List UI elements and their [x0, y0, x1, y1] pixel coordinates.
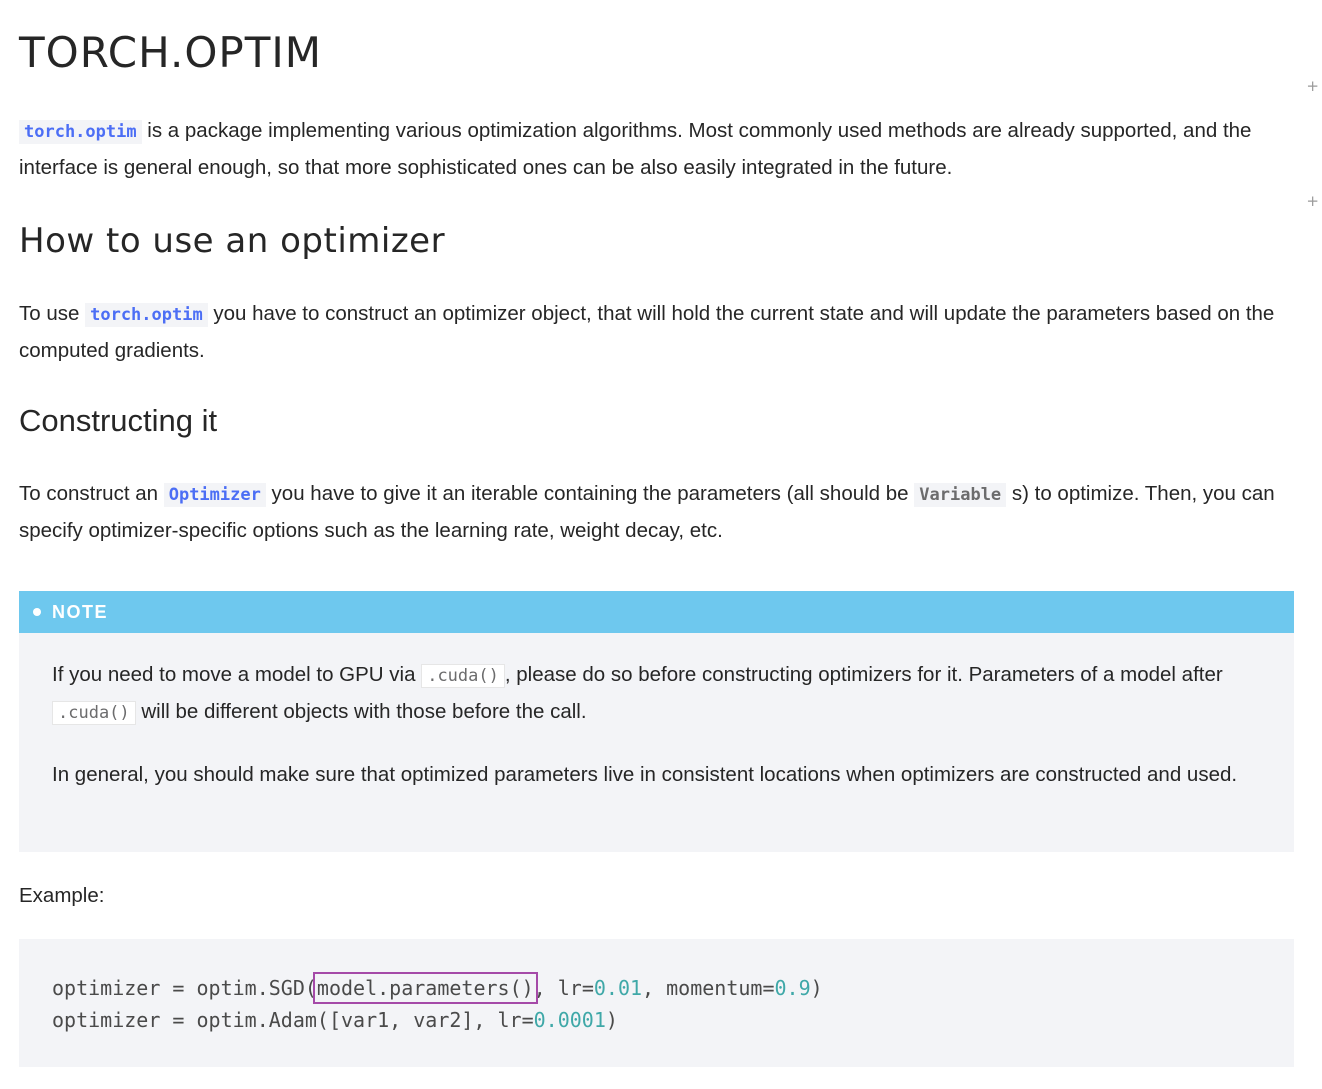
howto-paragraph: To use torch.optim you have to construct…	[19, 296, 1294, 369]
code-token: optimizer = optim.Adam([var1, var2], lr=	[52, 1008, 534, 1032]
torch-optim-link[interactable]: torch.optim	[85, 303, 208, 327]
note-header: NOTE	[19, 591, 1294, 633]
code-token: optimizer = optim.SGD(	[52, 976, 317, 1000]
constructing-paragraph: To construct an Optimizer you have to gi…	[19, 476, 1299, 549]
intro-text: is a package implementing various optimi…	[19, 119, 1252, 179]
note-admonition: NOTE If you need to move a model to GPU …	[19, 591, 1294, 852]
example-label: Example:	[19, 884, 105, 907]
note-paragraph: If you need to move a model to GPU via .…	[52, 657, 1261, 731]
howto-text: To use	[19, 302, 86, 325]
page-title: TORCH.OPTIM	[19, 28, 322, 77]
note-text: will be different objects with those bef…	[135, 700, 587, 723]
code-number: 0.9	[774, 976, 811, 1000]
section-heading-howto: How to use an optimizer	[19, 221, 446, 261]
note-text: If you need to move a model to GPU via	[52, 663, 422, 686]
code-block: optimizer = optim.SGD(model.parameters()…	[19, 939, 1294, 1067]
cuda-code: .cuda()	[421, 664, 505, 688]
intro-paragraph: torch.optim is a package implementing va…	[19, 113, 1294, 186]
bullet-icon	[33, 608, 41, 616]
variable-code: Variable	[914, 483, 1007, 507]
section-heading-constructing: Constructing it	[19, 403, 218, 438]
code-content: optimizer = optim.SGD(model.parameters()…	[19, 939, 1294, 1036]
expand-plus-icon[interactable]: +	[1306, 192, 1319, 210]
expand-plus-icon[interactable]: +	[1306, 77, 1319, 95]
note-paragraph: In general, you should make sure that op…	[52, 763, 1238, 786]
note-body: If you need to move a model to GPU via .…	[19, 633, 1294, 791]
note-text: , please do so before constructing optim…	[504, 663, 1223, 686]
howto-text: you have to construct an optimizer objec…	[19, 302, 1275, 362]
highlighted-code: model.parameters()	[312, 972, 538, 1004]
cuda-code: .cuda()	[52, 701, 136, 725]
code-number: 0.01	[593, 976, 643, 1000]
code-token: )	[605, 1008, 618, 1032]
note-label: NOTE	[52, 601, 109, 622]
torch-optim-link[interactable]: torch.optim	[19, 120, 142, 144]
code-token: , momentum=	[642, 976, 775, 1000]
code-token: , lr=	[533, 976, 594, 1000]
constructing-text: To construct an	[19, 482, 164, 505]
code-number: 0.0001	[533, 1008, 606, 1032]
constructing-text: you have to give it an iterable containi…	[265, 482, 915, 505]
optimizer-link[interactable]: Optimizer	[163, 483, 266, 507]
code-token: )	[810, 976, 823, 1000]
